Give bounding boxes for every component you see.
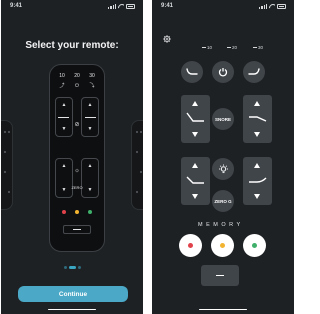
tilt-down-button[interactable] — [192, 194, 198, 199]
remote-foot-down-icon: ▼ — [87, 126, 93, 132]
remote-lumbar-up-icon: ▲ — [87, 163, 93, 169]
remote-option-next[interactable] — [131, 120, 143, 210]
status-bar: 9:41 — [152, 0, 294, 16]
head-preset-button[interactable] — [181, 61, 203, 83]
memory-button-red[interactable] — [179, 234, 202, 257]
battery-icon — [277, 4, 286, 9]
memory-button-yellow[interactable] — [211, 234, 234, 257]
page-indicator — [1, 266, 143, 269]
home-indicator — [199, 308, 247, 310]
wifi-icon — [118, 4, 124, 9]
bed-tilt-icon — [186, 176, 204, 184]
remote-option-previous[interactable] — [1, 120, 13, 210]
position-label-3: 30 — [253, 45, 263, 50]
position-label-2: 20 — [227, 45, 237, 50]
bed-head-icon — [186, 112, 204, 122]
battery-icon — [126, 4, 135, 9]
remote-tilt-down-icon: ▼ — [61, 187, 67, 193]
remote-control-screen: 9:41 10 20 30 SNORE ZERO G MEMORY — [152, 0, 294, 314]
status-icons — [259, 4, 286, 9]
lumbar-adjust-tile — [243, 157, 272, 205]
status-bar: 9:41 — [1, 0, 143, 16]
page-title: Select your remote: — [25, 40, 119, 51]
foot-preset-icon — [248, 68, 260, 75]
remote-memory-red — [62, 210, 66, 214]
lumbar-up-button[interactable] — [254, 163, 260, 168]
page-dot-3[interactable] — [77, 266, 81, 269]
remote-light-icon: ☼ — [74, 168, 80, 174]
foot-adjust-tile — [243, 95, 272, 143]
head-preset-icon — [186, 68, 198, 75]
foot-preset-button[interactable] — [243, 61, 265, 83]
memory-red-dot — [188, 243, 193, 248]
snore-button[interactable]: SNORE — [212, 108, 234, 130]
page-dot-1[interactable] — [63, 266, 67, 269]
remote-foot-up-icon: ▲ — [87, 102, 93, 108]
remote-head-down-icon: ▼ — [61, 126, 67, 132]
continue-button[interactable]: Continue — [18, 286, 128, 302]
remote-head-up-icon: ▲ — [61, 102, 67, 108]
foot-down-button[interactable] — [254, 132, 260, 137]
wifi-icon — [269, 4, 275, 9]
light-bulb-icon — [218, 164, 228, 173]
power-button[interactable] — [212, 61, 234, 83]
page-dot-2[interactable] — [68, 266, 76, 269]
status-time: 9:41 — [161, 3, 174, 9]
remote-position-3-label: 30 — [89, 73, 95, 79]
memory-green-dot — [252, 243, 257, 248]
remote-head-icon: ⤴ — [59, 83, 65, 89]
zero-g-button[interactable]: ZERO G — [212, 190, 234, 212]
remote-option-selected[interactable]: 10 20 30 ⤴ ⏻ ⤵ ▲ ▼ ▲ ▼ ⊘ ▲ ▼ ▲ ▼ ☼ ZERO — [49, 64, 105, 252]
signal-icon — [108, 4, 116, 9]
gear-icon[interactable] — [163, 30, 171, 48]
memory-button-green[interactable] — [243, 234, 266, 257]
bed-foot-icon — [249, 116, 267, 122]
remote-snore-icon: ⊘ — [74, 122, 80, 128]
remote-bed-foot-icon — [85, 117, 96, 118]
head-down-button[interactable] — [192, 132, 198, 137]
light-button[interactable] — [212, 158, 234, 180]
head-adjust-tile — [181, 95, 210, 143]
memory-yellow-dot — [220, 243, 225, 248]
tilt-adjust-tile — [181, 157, 210, 205]
flat-button[interactable] — [201, 265, 239, 286]
lumbar-down-button[interactable] — [254, 194, 260, 199]
foot-up-button[interactable] — [254, 101, 260, 106]
home-indicator — [48, 308, 96, 310]
status-icons — [108, 4, 135, 9]
remote-power-icon: ⏻ — [75, 83, 79, 89]
remote-bed-head-icon — [58, 117, 69, 118]
head-up-button[interactable] — [192, 101, 198, 106]
remote-position-2-label: 20 — [74, 73, 80, 79]
memory-label: MEMORY — [198, 222, 244, 228]
position-label-1: 10 — [202, 45, 212, 50]
tilt-up-button[interactable] — [192, 163, 198, 168]
remote-flat-icon — [73, 229, 81, 230]
flat-icon — [216, 274, 224, 277]
remote-memory-green — [88, 210, 92, 214]
power-icon — [218, 68, 228, 77]
remote-select-screen: 9:41 Select your remote: 10 20 30 ⤴ ⏻ ⤵ … — [1, 0, 143, 314]
bed-lumbar-icon — [249, 177, 267, 183]
remote-position-1-label: 10 — [59, 73, 65, 79]
status-time: 9:41 — [10, 3, 23, 9]
remote-foot-icon: ⤵ — [89, 83, 95, 89]
remote-zero-g-label: ZERO — [71, 185, 83, 190]
remote-memory-yellow — [75, 210, 79, 214]
remote-tilt-up-icon: ▲ — [61, 163, 67, 169]
remote-lumbar-down-icon: ▼ — [87, 187, 93, 193]
signal-icon — [259, 4, 267, 9]
